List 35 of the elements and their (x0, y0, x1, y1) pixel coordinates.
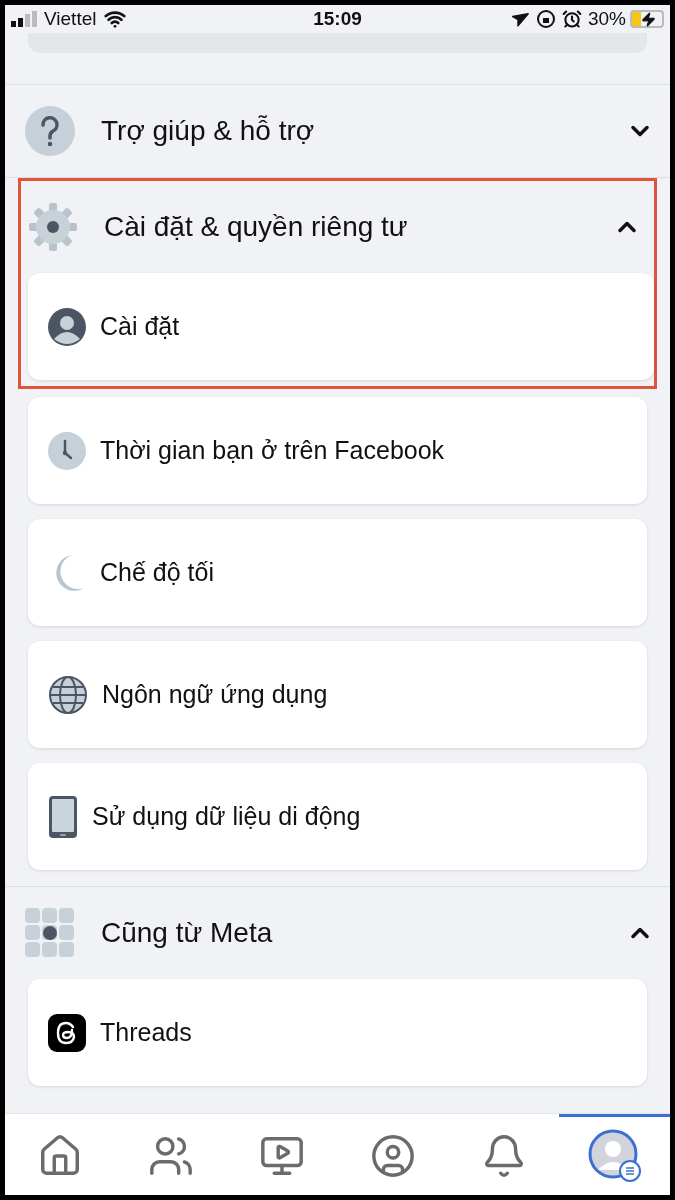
rotation-lock-icon (536, 9, 556, 29)
gear-icon (27, 201, 79, 253)
battery-percent: 30% (588, 6, 626, 31)
section-title: Cài đặt & quyền riêng tư (104, 210, 409, 244)
threads-logo-icon (48, 1013, 86, 1052)
section-header[interactable]: Trợ giúp & hỗ trợ (5, 85, 670, 177)
clock-icon (48, 431, 86, 470)
avatar-menu-icon (586, 1128, 643, 1184)
section-title: Cũng từ Meta (101, 916, 274, 950)
phone-icon (48, 794, 78, 839)
globe-icon (48, 674, 88, 715)
profile-icon (369, 1133, 416, 1179)
wifi-icon (104, 8, 127, 30)
person-icon (48, 307, 86, 346)
menu-item-label: Thời gian bạn ở trên Facebook (100, 434, 445, 466)
menu-item-label: Threads (100, 1016, 192, 1048)
section-title: Trợ giúp & hỗ trợ (101, 114, 316, 148)
alarm-icon (562, 9, 582, 29)
battery-icon (630, 10, 664, 28)
menu-item[interactable]: Ngôn ngữ ứng dụng (28, 641, 647, 748)
menu-item-label: Ngôn ngữ ứng dụng (102, 678, 328, 710)
menu-item-label: Sử dụng dữ liệu di động (92, 800, 361, 832)
menu-item[interactable]: Thời gian bạn ở trên Facebook (28, 397, 647, 504)
menu-item-label: Cài đặt (100, 310, 180, 342)
menu-item-label: Chế độ tối (100, 556, 214, 588)
question-icon (25, 106, 75, 156)
section-header[interactable]: Cũng từ Meta (5, 887, 670, 979)
section-header[interactable]: Cài đặt & quyền riêng tư (8, 181, 657, 273)
menu-item[interactable]: Chế độ tối (28, 519, 647, 626)
clock-time: 15:09 (313, 6, 362, 31)
menu-item[interactable]: Threads (28, 979, 647, 1086)
carrier-name: Viettel (44, 6, 97, 31)
grid-icon (24, 907, 76, 959)
menu-item[interactable]: Cài đặt (28, 273, 654, 380)
menu-item[interactable]: Sử dụng dữ liệu di động (28, 763, 647, 870)
